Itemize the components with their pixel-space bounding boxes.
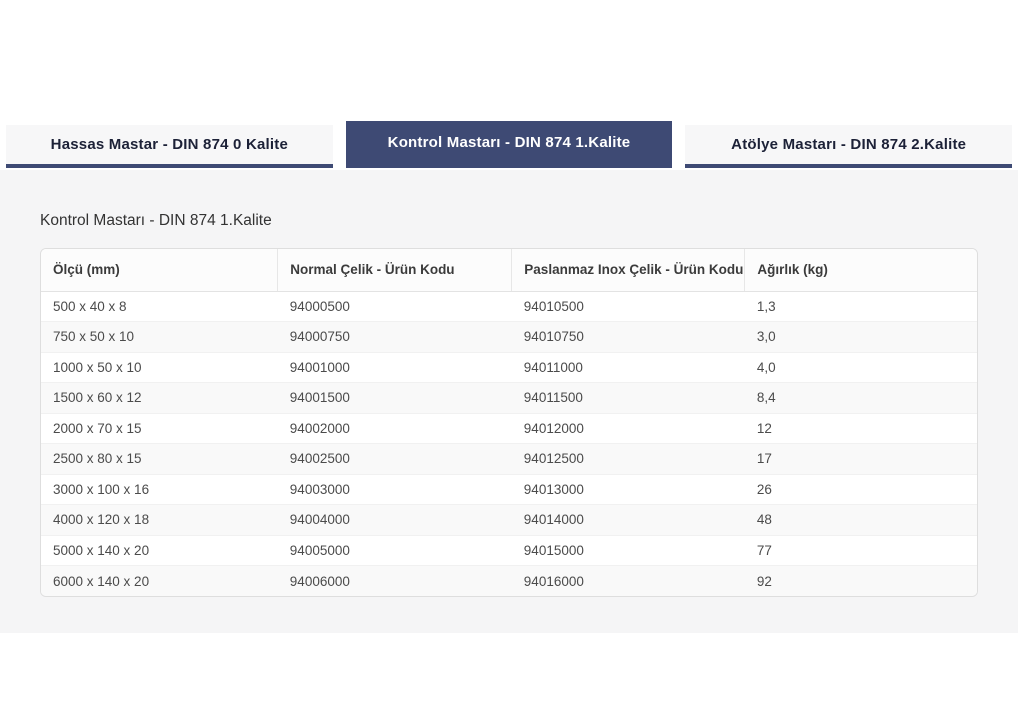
table-cell: 94001000 [278, 352, 512, 383]
table-cell: 94010750 [512, 322, 745, 353]
table-cell: 2500 x 80 x 15 [41, 444, 278, 475]
table-header: Ölçü (mm)Normal Çelik - Ürün KoduPaslanm… [41, 249, 977, 291]
tab-bar: Hassas Mastar - DIN 874 0 Kalite Kontrol… [0, 121, 1018, 168]
column-header: Ağırlık (kg) [745, 249, 977, 291]
table-cell: 4000 x 120 x 18 [41, 505, 278, 536]
table-cell: 48 [745, 505, 977, 536]
tab-kontrol-mastari[interactable]: Kontrol Mastarı - DIN 874 1.Kalite [346, 121, 673, 168]
table-cell: 92 [745, 566, 977, 597]
table-cell: 1000 x 50 x 10 [41, 352, 278, 383]
table-cell: 94000500 [278, 291, 512, 322]
table-cell: 5000 x 140 x 20 [41, 535, 278, 566]
table-row: 4000 x 120 x 18940040009401400048 [41, 505, 977, 536]
tab-label: Hassas Mastar - DIN 874 0 Kalite [51, 136, 288, 153]
table-cell: 26 [745, 474, 977, 505]
table-cell: 17 [745, 444, 977, 475]
table-cell: 1,3 [745, 291, 977, 322]
content-panel: Kontrol Mastarı - DIN 874 1.Kalite Ölçü … [0, 170, 1018, 633]
table-row: 1000 x 50 x 1094001000940110004,0 [41, 352, 977, 383]
table-row: 750 x 50 x 1094000750940107503,0 [41, 322, 977, 353]
table-row: 6000 x 140 x 20940060009401600092 [41, 566, 977, 597]
spec-table-container: Ölçü (mm)Normal Çelik - Ürün KoduPaslanm… [40, 248, 978, 597]
column-header: Ölçü (mm) [41, 249, 278, 291]
table-cell: 3000 x 100 x 16 [41, 474, 278, 505]
tab-label: Kontrol Mastarı - DIN 874 1.Kalite [388, 134, 631, 151]
table-cell: 94011000 [512, 352, 745, 383]
table-cell: 94016000 [512, 566, 745, 597]
table-cell: 94014000 [512, 505, 745, 536]
table-cell: 77 [745, 535, 977, 566]
table-cell: 3,0 [745, 322, 977, 353]
table-cell: 6000 x 140 x 20 [41, 566, 278, 597]
table-cell: 94012000 [512, 413, 745, 444]
panel-title: Kontrol Mastarı - DIN 874 1.Kalite [40, 211, 978, 230]
table-row: 5000 x 140 x 20940050009401500077 [41, 535, 977, 566]
table-cell: 94012500 [512, 444, 745, 475]
table-row: 500 x 40 x 894000500940105001,3 [41, 291, 977, 322]
table-cell: 750 x 50 x 10 [41, 322, 278, 353]
table-cell: 500 x 40 x 8 [41, 291, 278, 322]
table-row: 1500 x 60 x 1294001500940115008,4 [41, 383, 977, 414]
table-header-row: Ölçü (mm)Normal Çelik - Ürün KoduPaslanm… [41, 249, 977, 291]
column-header: Paslanmaz Inox Çelik - Ürün Kodu [512, 249, 745, 291]
table-cell: 94002500 [278, 444, 512, 475]
table-cell: 94000750 [278, 322, 512, 353]
table-cell: 94015000 [512, 535, 745, 566]
table-cell: 8,4 [745, 383, 977, 414]
spec-table: Ölçü (mm)Normal Çelik - Ürün KoduPaslanm… [41, 249, 977, 596]
table-cell: 94006000 [278, 566, 512, 597]
tab-hassas-mastar[interactable]: Hassas Mastar - DIN 874 0 Kalite [6, 125, 333, 168]
table-row: 2000 x 70 x 15940020009401200012 [41, 413, 977, 444]
table-cell: 4,0 [745, 352, 977, 383]
table-row: 3000 x 100 x 16940030009401300026 [41, 474, 977, 505]
column-header: Normal Çelik - Ürün Kodu [278, 249, 512, 291]
tab-label: Atölye Mastarı - DIN 874 2.Kalite [731, 136, 966, 153]
table-cell: 94005000 [278, 535, 512, 566]
table-body: 500 x 40 x 894000500940105001,3750 x 50 … [41, 291, 977, 596]
table-cell: 94013000 [512, 474, 745, 505]
table-cell: 1500 x 60 x 12 [41, 383, 278, 414]
table-cell: 94004000 [278, 505, 512, 536]
table-cell: 94010500 [512, 291, 745, 322]
table-cell: 12 [745, 413, 977, 444]
table-cell: 94011500 [512, 383, 745, 414]
tab-atolye-mastari[interactable]: Atölye Mastarı - DIN 874 2.Kalite [685, 125, 1012, 168]
table-cell: 94001500 [278, 383, 512, 414]
table-row: 2500 x 80 x 15940025009401250017 [41, 444, 977, 475]
table-cell: 2000 x 70 x 15 [41, 413, 278, 444]
table-cell: 94003000 [278, 474, 512, 505]
table-cell: 94002000 [278, 413, 512, 444]
